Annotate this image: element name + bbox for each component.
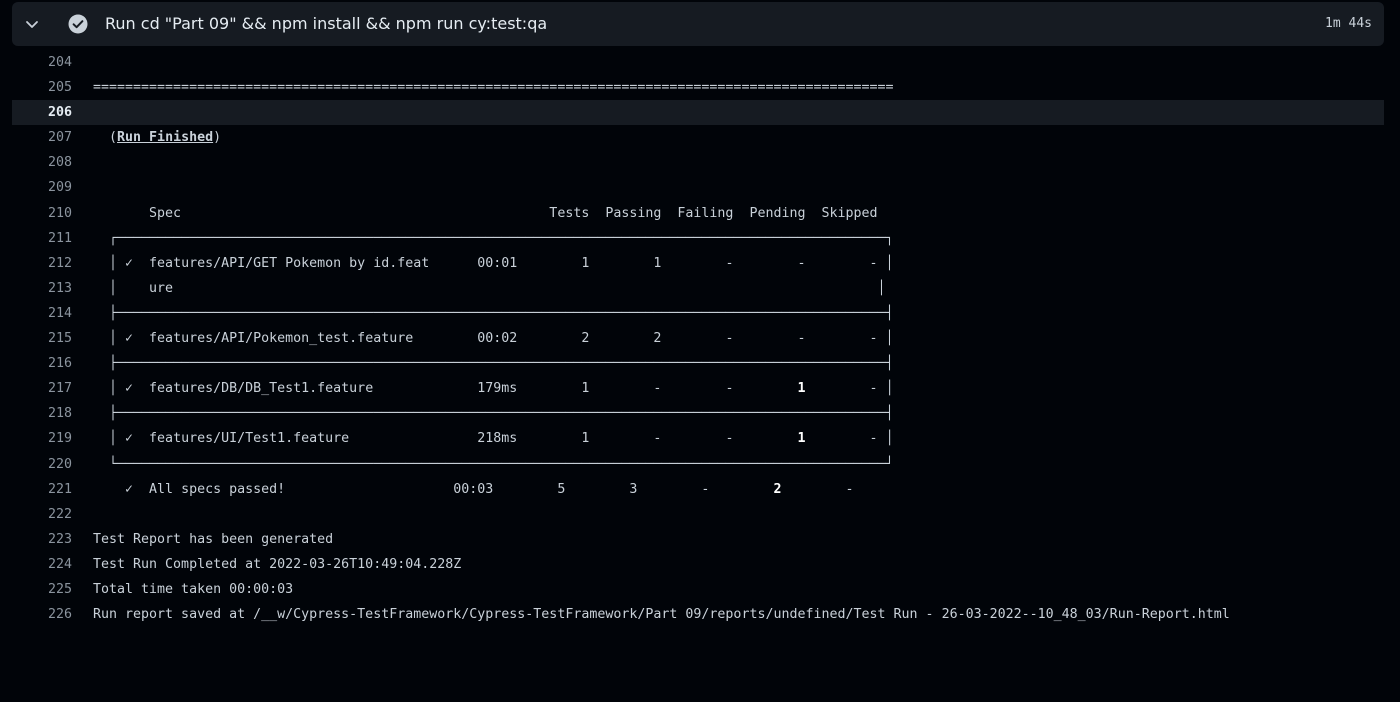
log-line: 214 ├───────────────────────────────────… [12,301,1384,326]
pending-count: 1 [797,381,806,397]
log-line: 220 └───────────────────────────────────… [12,452,1384,477]
line-number[interactable]: 213 [12,276,72,301]
report-saved-text: Run report saved at /__w/Cypress-TestFra… [93,607,1230,623]
line-number[interactable]: 212 [12,251,72,276]
line-number[interactable]: 217 [12,376,72,401]
log-line: 205 ====================================… [12,75,1384,100]
chevron-down-icon[interactable] [24,16,40,32]
spec-name: ure [149,280,174,296]
table-row: │ ✓ features/API/GET Pokemon by id.feat … [93,255,894,271]
log-line: 215 │ ✓ features/API/Pokemon_test.featur… [12,326,1384,351]
log-line: 211 ┌───────────────────────────────────… [12,226,1384,251]
log-line: 219 │ ✓ features/UI/Test1.feature 218ms … [12,426,1384,451]
table-row: │ ✓ features/API/Pokemon_test.feature 00… [93,331,894,347]
line-number[interactable]: 222 [12,502,72,527]
log-line: 204 [12,50,1384,75]
log-line: 225 Total time taken 00:00:03 [12,577,1384,602]
log-line: 218 ├───────────────────────────────────… [12,401,1384,426]
log-line: 221 ✓ All specs passed! 00:03 5 3 - 2 - [12,477,1384,502]
line-number[interactable]: 219 [12,426,72,451]
spec-name: features/DB/DB_Test1.feature [149,381,374,397]
log-line: 224 Test Run Completed at 2022-03-26T10:… [12,552,1384,577]
line-number[interactable]: 209 [12,175,72,200]
line-number[interactable]: 210 [12,201,72,226]
step-duration: 1m 44s [1325,16,1372,31]
table-header: Spec Tests Passing Failing Pending Skipp… [93,205,878,221]
line-number[interactable]: 214 [12,301,72,326]
run-finished-label: Run Finished [117,130,214,146]
log-line: 208 [12,150,1384,175]
spec-name: features/API/Pokemon_test.feature [149,331,414,347]
separator-line: ========================================… [93,80,894,96]
log-line: 216 ├───────────────────────────────────… [12,351,1384,376]
log-line: 226 Run report saved at /__w/Cypress-Tes… [12,602,1384,627]
run-finished-text: (Run Finished) [93,130,222,146]
line-number[interactable]: 216 [12,351,72,376]
line-number[interactable]: 204 [12,50,72,75]
table-row: │ ✓ features/DB/DB_Test1.feature 179ms 1… [93,381,894,397]
table-row: │ ure │ [93,280,886,296]
log-line: 210 Spec Tests Passing Failing Pending S… [12,201,1384,226]
log-line: 212 │ ✓ features/API/GET Pokemon by id.f… [12,251,1384,276]
line-number[interactable]: 215 [12,326,72,351]
line-number[interactable]: 218 [12,401,72,426]
pending-total: 2 [773,481,782,497]
line-number[interactable]: 207 [12,125,72,150]
log-line: 222 [12,502,1384,527]
report-generated-text: Test Report has been generated [93,531,334,547]
line-number[interactable]: 206 [12,100,72,125]
step-header[interactable]: Run cd "Part 09" && npm install && npm r… [12,2,1384,46]
line-number[interactable]: 225 [12,577,72,602]
pending-count: 1 [797,431,806,447]
line-number[interactable]: 211 [12,226,72,251]
log-output: 204 205 ================================… [0,50,1400,627]
spec-name: features/UI/Test1.feature [149,431,350,447]
total-time-text: Total time taken 00:00:03 [93,581,294,597]
table-border-bottom: └───────────────────────────────────────… [93,456,894,472]
table-row: │ ✓ features/UI/Test1.feature 218ms 1 - … [93,431,894,447]
line-number[interactable]: 220 [12,452,72,477]
check-circle-icon [68,14,88,34]
log-line-selected: 206 [12,100,1384,126]
summary-row: ✓ All specs passed! 00:03 5 3 - 2 - [93,481,854,497]
line-number[interactable]: 223 [12,527,72,552]
log-line: 213 │ ure │ [12,276,1384,301]
log-line: 207 (Run Finished) [12,125,1384,150]
log-line: 223 Test Report has been generated [12,527,1384,552]
table-border-mid: ├───────────────────────────────────────… [93,406,894,422]
log-line: 209 [12,175,1384,200]
summary-label: All specs passed! [149,481,286,497]
table-border-mid: ├───────────────────────────────────────… [93,356,894,372]
run-completed-text: Test Run Completed at 2022-03-26T10:49:0… [93,556,462,572]
log-line: 217 │ ✓ features/DB/DB_Test1.feature 179… [12,376,1384,401]
line-number[interactable]: 224 [12,552,72,577]
line-number[interactable]: 208 [12,150,72,175]
spec-name: features/API/GET Pokemon by id.feat [149,255,430,271]
line-number[interactable]: 221 [12,477,72,502]
line-number[interactable]: 205 [12,75,72,100]
table-border-top: ┌───────────────────────────────────────… [93,230,894,246]
table-border-mid: ├───────────────────────────────────────… [93,305,894,321]
line-number[interactable]: 226 [12,602,72,627]
step-title: Run cd "Part 09" && npm install && npm r… [105,14,548,33]
